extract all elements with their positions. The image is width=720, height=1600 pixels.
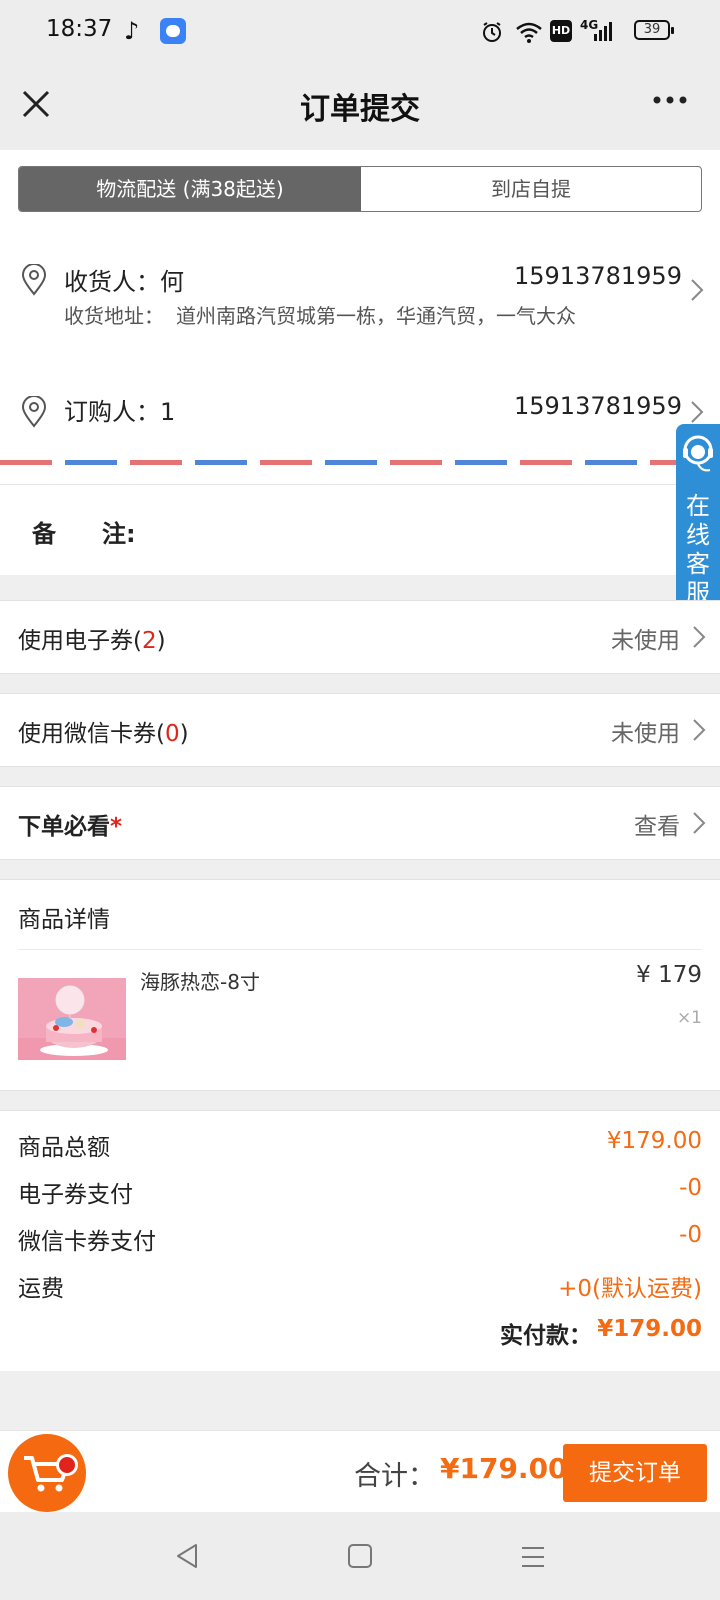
- must-read-row[interactable]: 下单必看* 查看: [0, 786, 720, 860]
- total-label: 合计：: [354, 1461, 435, 1492]
- note-row[interactable]: 备 注:: [0, 490, 720, 572]
- cart-badge: [56, 1454, 78, 1476]
- divider: [0, 484, 720, 485]
- note-label-2: 注:: [102, 520, 136, 548]
- must-read-action: 查看: [634, 814, 680, 840]
- product-qty: ×1: [676, 1008, 702, 1028]
- wechat-coupon-pay-value: -0: [679, 1222, 702, 1248]
- shipping-value: +0(默认运费): [558, 1276, 702, 1302]
- orderer-phone: 15913781959: [514, 392, 682, 420]
- receiver-name: 收货人：何: [64, 268, 184, 296]
- airmail-divider: [0, 460, 720, 465]
- orderer-name: 订购人：1: [64, 398, 176, 426]
- address-text: 道州南路汽贸城第一栋，华通汽贸，一气大众: [176, 304, 576, 328]
- e-coupon-count: 2: [141, 628, 157, 654]
- receiver-row[interactable]: 收货人：何 15913781959 收货地址： 道州南路汽贸城第一栋，华通汽贸，…: [0, 242, 720, 342]
- paid-row: 实付款： ¥179.00: [18, 1316, 702, 1349]
- customer-service-button[interactable]: 在线客服: [676, 424, 720, 624]
- chevron-right-icon: [691, 279, 704, 301]
- wechat-coupon-pay-row: 微信卡券支付 -0: [18, 1222, 702, 1255]
- wifi-icon: [516, 22, 542, 43]
- submit-order-button[interactable]: 提交订单: [563, 1444, 707, 1502]
- location-icon: [21, 264, 47, 296]
- e-coupon-pay-value: -0: [679, 1175, 702, 1201]
- e-coupon-row[interactable]: 使用电子券(2) 未使用: [0, 600, 720, 674]
- e-coupon-label: 使用电子券(2): [18, 628, 166, 654]
- chevron-right-icon: [691, 401, 704, 423]
- signal-icon: [594, 22, 612, 41]
- hd-icon: HD: [550, 20, 572, 42]
- chevron-right-icon: [693, 719, 706, 741]
- tab-pickup[interactable]: 到店自提: [361, 167, 701, 211]
- battery-icon: 39: [634, 20, 674, 40]
- goods-total-row: 商品总额 ¥179.00: [18, 1128, 702, 1161]
- e-coupon-pay-row: 电子券支付 -0: [18, 1175, 702, 1208]
- divider: [18, 949, 702, 950]
- more-icon[interactable]: [652, 94, 688, 106]
- page-title: 订单提交: [300, 92, 420, 127]
- chevron-right-icon: [693, 626, 706, 648]
- location-icon: [21, 396, 47, 428]
- must-read-label: 下单必看*: [18, 814, 123, 840]
- product-price: ¥ 179: [636, 962, 702, 988]
- wechat-coupon-status: 未使用: [611, 721, 680, 747]
- menu-icon[interactable]: [520, 1544, 546, 1570]
- chevron-right-icon: [693, 812, 706, 834]
- total-value: ¥179.00: [440, 1452, 568, 1485]
- wechat-coupon-pay-label: 微信卡券支付: [18, 1229, 156, 1255]
- wechat-coupon-count: 0: [164, 721, 180, 747]
- alarm-icon: [483, 22, 501, 42]
- tiktok-icon: ♪: [124, 17, 140, 45]
- goods-total-value: ¥179.00: [606, 1128, 702, 1154]
- e-coupon-status: 未使用: [611, 628, 680, 654]
- back-icon[interactable]: [174, 1542, 200, 1570]
- orderer-row[interactable]: 订购人：1 15913781959: [0, 384, 720, 434]
- shipping-label: 运费: [18, 1276, 64, 1302]
- customer-service-label: 在线客服: [686, 492, 710, 607]
- home-icon[interactable]: [347, 1542, 373, 1570]
- e-coupon-pay-label: 电子券支付: [18, 1182, 133, 1208]
- app-icon: [160, 18, 186, 44]
- paid-label: 实付款：: [500, 1323, 592, 1349]
- shipping-row: 运费 +0(默认运费): [18, 1269, 702, 1302]
- wechat-coupon-label: 使用微信卡券(0): [18, 721, 189, 747]
- receiver-phone: 15913781959: [514, 262, 682, 290]
- goods-total-label: 商品总额: [18, 1135, 110, 1161]
- note-label-1: 备: [32, 520, 56, 548]
- product-section-title: 商品详情: [18, 907, 110, 933]
- wechat-coupon-row[interactable]: 使用微信卡券(0) 未使用: [0, 693, 720, 767]
- address-label: 收货地址：: [64, 304, 164, 328]
- status-time: 18:37: [46, 16, 113, 42]
- paid-value: ¥179.00: [597, 1316, 702, 1342]
- product-image[interactable]: [18, 978, 126, 1060]
- delivery-tabs: 物流配送 (满38起送) 到店自提: [18, 166, 702, 212]
- product-name: 海豚热恋-8寸: [140, 970, 260, 994]
- required-mark: *: [110, 814, 123, 840]
- headset-icon: [683, 435, 713, 472]
- tab-logistics[interactable]: 物流配送 (满38起送): [19, 167, 361, 211]
